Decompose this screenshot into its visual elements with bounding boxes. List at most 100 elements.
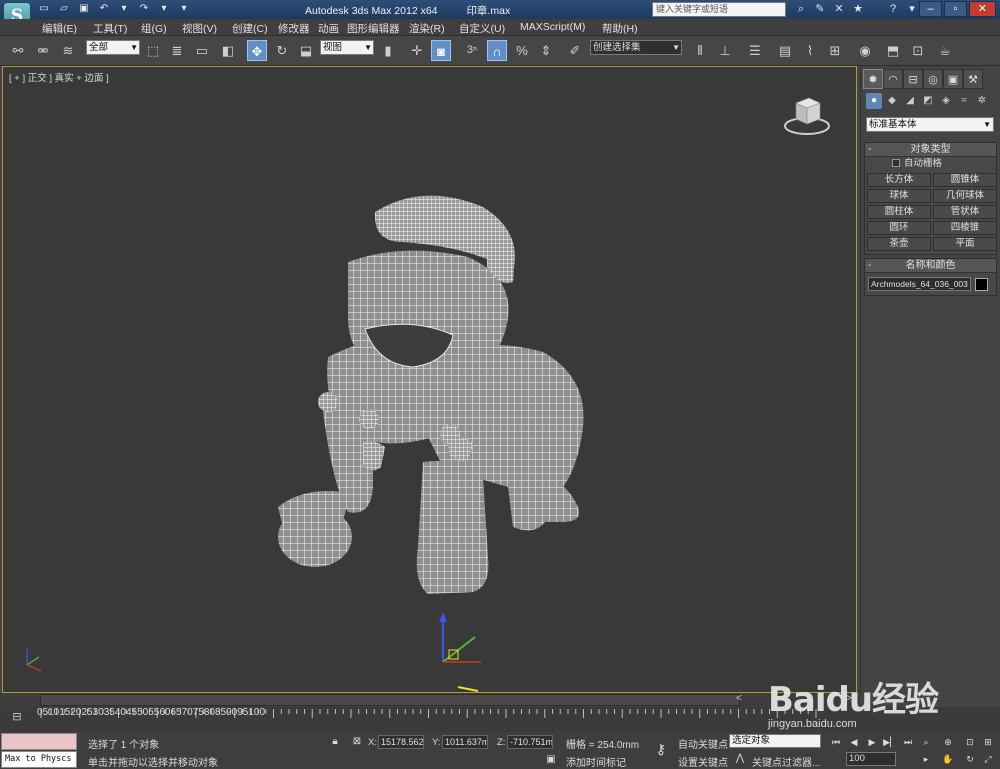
select-and-manipulate-icon[interactable]: ✛	[407, 40, 427, 61]
open-file-icon[interactable]: ▱	[56, 2, 72, 16]
menu-modifiers[interactable]: 修改器	[278, 21, 310, 36]
motion-tab-icon[interactable]: ◎	[923, 69, 943, 89]
perspective-viewport[interactable]: [ + ] 正交 ] 真实 + 边面 ]	[2, 66, 857, 693]
menu-edit[interactable]: 编辑(E)	[42, 21, 77, 36]
curve-editor-icon[interactable]: ⌇	[800, 40, 820, 61]
link-icon[interactable]: ⚯	[8, 40, 28, 61]
previous-frame-icon[interactable]: ◀	[846, 735, 862, 749]
select-and-scale-icon[interactable]: ⬓	[296, 40, 316, 61]
key-mode-select[interactable]: 选定对象	[729, 734, 821, 748]
zoom-all-icon[interactable]: ⊕	[940, 735, 956, 749]
go-to-start-icon[interactable]: ⏮	[828, 735, 844, 749]
modify-tab-icon[interactable]: ◠	[883, 69, 903, 89]
cameras-icon[interactable]: ◩	[920, 93, 936, 109]
object-color-swatch[interactable]	[975, 277, 988, 291]
menu-maxscript[interactable]: MAXScript(M)	[520, 21, 585, 33]
orbit-icon[interactable]: ↻	[962, 752, 978, 766]
exchange-icon[interactable]: ✕	[832, 2, 846, 16]
save-file-icon[interactable]: ▣	[76, 2, 92, 16]
customize-qa-icon[interactable]: ▾	[176, 2, 192, 16]
render-setup-icon[interactable]: ⬒	[883, 40, 903, 61]
select-and-move-icon[interactable]: ✥	[247, 40, 267, 61]
menu-create[interactable]: 创建(C)	[232, 21, 268, 36]
hierarchy-tab-icon[interactable]: ⊟	[903, 69, 923, 89]
pan-view-icon[interactable]: ✋	[940, 752, 956, 766]
absolute-mode-icon[interactable]: ⊠	[350, 735, 364, 749]
spinner-snap-icon[interactable]: ⇕	[536, 40, 556, 61]
create-tab-icon[interactable]: ✹	[863, 69, 883, 89]
field-of-view-icon[interactable]: ▸	[918, 752, 934, 766]
selection-filter-select[interactable]: 全部 ▼	[86, 40, 140, 55]
next-frame-icon[interactable]: ▶▏	[882, 735, 898, 749]
help-icon[interactable]: ?	[886, 2, 900, 16]
undo-dropdown-icon[interactable]: ▾	[116, 2, 132, 16]
menu-rendering[interactable]: 渲染(R)	[409, 21, 445, 36]
pyramid-button[interactable]: 四棱锥	[933, 221, 997, 235]
play-icon[interactable]: ▶	[864, 735, 880, 749]
menu-tools[interactable]: 工具(T)	[93, 21, 127, 36]
graphite-ribbon-icon[interactable]: ▤	[775, 40, 795, 61]
go-to-end-icon[interactable]: ⏭	[900, 735, 916, 749]
angle-snap-icon[interactable]: ∩	[487, 40, 507, 61]
minimize-button[interactable]: –	[919, 1, 942, 17]
help-search-input[interactable]: 键入关键字或短语	[652, 2, 786, 17]
wrench-icon[interactable]: ✎	[813, 2, 827, 16]
autogrid-checkbox[interactable]: 自动栅格	[865, 157, 996, 171]
mirror-icon[interactable]: ⫴	[690, 40, 710, 61]
lights-icon[interactable]: ◢	[902, 93, 918, 109]
time-slider[interactable]: < >	[0, 693, 860, 707]
zoom-extents-all-icon[interactable]: ⊞	[980, 735, 996, 749]
time-tag-icon[interactable]: ▣	[544, 753, 558, 767]
shapes-icon[interactable]: ◆	[884, 93, 900, 109]
select-by-name-icon[interactable]: ≣	[167, 40, 187, 61]
y-coordinate-input[interactable]: 1011.637m	[442, 735, 488, 749]
menu-views[interactable]: 视图(V)	[182, 21, 217, 36]
maxscript-output[interactable]: Max to Physcs (	[1, 751, 77, 768]
auto-key-button[interactable]: 自动关键点	[678, 736, 728, 751]
current-frame-input[interactable]: 100	[846, 752, 896, 766]
geometry-category-select[interactable]: 标准基本体 ▼	[866, 117, 994, 132]
z-coordinate-input[interactable]: -710.751m	[507, 735, 553, 749]
align-icon[interactable]: ⊥	[715, 40, 735, 61]
layer-manager-icon[interactable]: ☰	[745, 40, 765, 61]
help-dropdown-icon[interactable]: ▾	[905, 2, 919, 16]
material-editor-icon[interactable]: ◉	[855, 40, 875, 61]
zoom-icon[interactable]: ⌕	[918, 735, 934, 749]
box-button[interactable]: 长方体	[867, 173, 931, 187]
space-warps-icon[interactable]: ≈	[956, 93, 972, 109]
rectangular-selection-icon[interactable]: ▭	[192, 40, 212, 61]
next-frame-icon[interactable]: >	[846, 693, 852, 704]
lock-selection-icon[interactable]: 🔒︎	[328, 735, 342, 749]
foo-lion-wireframe-model[interactable]	[3, 67, 857, 693]
binoculars-icon[interactable]: ⌕	[794, 2, 808, 16]
tube-button[interactable]: 管状体	[933, 205, 997, 219]
close-button[interactable]: ✕	[969, 1, 996, 17]
menu-graph-editors[interactable]: 图形编辑器	[347, 21, 400, 36]
schematic-view-icon[interactable]: ⊞	[825, 40, 845, 61]
object-type-header[interactable]: - 对象类型	[865, 143, 996, 157]
set-key-icon[interactable]: ⚷	[650, 742, 672, 756]
maxscript-listener-input[interactable]	[1, 733, 77, 750]
select-and-rotate-icon[interactable]: ↻	[272, 40, 292, 61]
cone-button[interactable]: 圆锥体	[933, 173, 997, 187]
undo-icon[interactable]: ↶	[96, 2, 112, 16]
x-coordinate-input[interactable]: 15178.562	[378, 735, 424, 749]
zoom-extents-icon[interactable]: ⊡	[962, 735, 978, 749]
transform-gizmo[interactable]	[439, 612, 481, 692]
redo-icon[interactable]: ↷	[136, 2, 152, 16]
set-key-button[interactable]: 设置关键点	[678, 754, 728, 769]
key-filters-button[interactable]: 关键点过滤器...	[752, 754, 820, 769]
select-object-icon[interactable]: ⬚	[143, 40, 163, 61]
time-slider-track[interactable]	[40, 694, 740, 706]
name-color-header[interactable]: - 名称和颜色	[865, 259, 996, 273]
geosphere-button[interactable]: 几何球体	[933, 189, 997, 203]
new-file-icon[interactable]: ▭	[36, 2, 52, 16]
torus-button[interactable]: 圆环	[867, 221, 931, 235]
render-production-icon[interactable]: ☕	[935, 40, 955, 61]
menu-customize[interactable]: 自定义(U)	[459, 21, 505, 36]
unlink-icon[interactable]: ⚮	[33, 40, 53, 61]
reference-coordinate-select[interactable]: 视图 ▼	[320, 40, 374, 55]
geometry-icon[interactable]: ●	[866, 93, 882, 109]
percent-snap-icon[interactable]: %	[512, 40, 532, 61]
helpers-icon[interactable]: ◈	[938, 93, 954, 109]
